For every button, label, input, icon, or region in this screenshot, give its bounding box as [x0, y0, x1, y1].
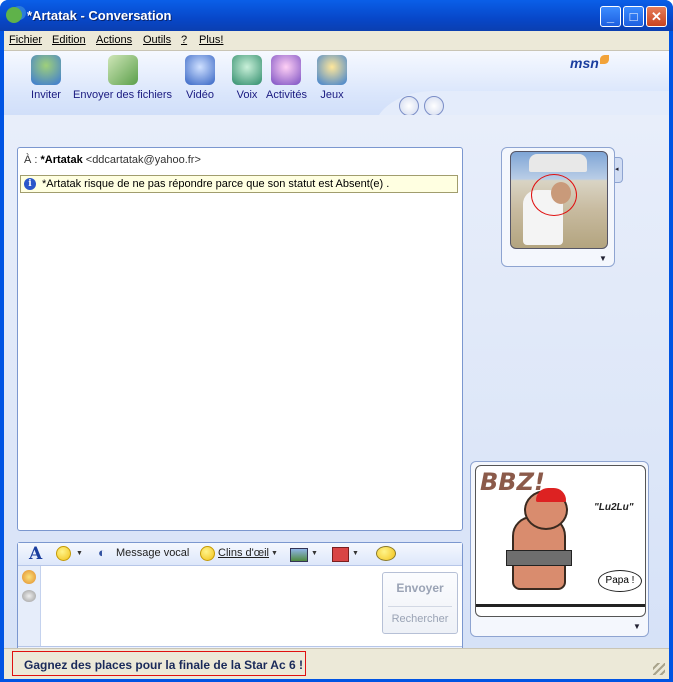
- message-input[interactable]: [41, 566, 378, 646]
- contact-display-picture-frame: ▼: [501, 147, 615, 267]
- title-bar[interactable]: *Artatak - Conversation _ □ ✕: [0, 0, 673, 31]
- close-button[interactable]: ✕: [646, 6, 667, 27]
- activities-label: Activités: [266, 89, 307, 101]
- activities-button[interactable]: Activités: [266, 55, 307, 101]
- info-icon: i: [24, 178, 36, 190]
- menu-actions[interactable]: Actions: [96, 34, 132, 46]
- games-icon: [317, 55, 347, 85]
- menu-edition[interactable]: Edition: [52, 34, 86, 46]
- send-button[interactable]: Envoyer: [383, 581, 457, 595]
- my-display-picture[interactable]: BBZ! "Lu2Lu" Papa !: [475, 465, 646, 617]
- menu-plus[interactable]: Plus!: [199, 34, 223, 46]
- winks-button[interactable]: Clins d'œil: [218, 547, 269, 559]
- chevron-down-icon[interactable]: ▼: [633, 622, 641, 631]
- conversation-window: *Artatak - Conversation _ □ ✕ Fichier Ed…: [0, 0, 673, 682]
- picture-bubble: Papa !: [598, 570, 642, 592]
- maximize-button[interactable]: □: [623, 6, 644, 27]
- menu-help[interactable]: ?: [181, 34, 187, 46]
- chevron-down-icon[interactable]: ▼: [599, 254, 607, 263]
- photo-car: [529, 154, 587, 172]
- status-bar: Gagnez des places pour la finale de la S…: [4, 648, 669, 679]
- background-picture-icon[interactable]: [290, 548, 308, 562]
- compose-side-tools: [18, 566, 41, 646]
- picture-tag: "Lu2Lu": [594, 502, 634, 513]
- chevron-down-icon[interactable]: ▼: [76, 550, 83, 557]
- invite-button[interactable]: Inviter: [31, 55, 61, 101]
- menu-outils[interactable]: Outils: [143, 34, 171, 46]
- my-display-picture-frame: BBZ! "Lu2Lu" Papa ! ▼: [470, 461, 649, 637]
- photo-red-circle: [531, 174, 577, 216]
- contact-name: *Artatak: [40, 154, 83, 166]
- ink-icon[interactable]: [22, 590, 36, 602]
- games-label: Jeux: [320, 89, 344, 101]
- font-icon[interactable]: A: [29, 544, 42, 564]
- block-icon[interactable]: [399, 96, 419, 116]
- invite-label: Inviter: [31, 89, 61, 101]
- cartoon-cap: [536, 488, 566, 502]
- speaker-icon: ◐: [98, 545, 106, 560]
- msn-butterfly-icon: [600, 55, 609, 64]
- contact-display-picture[interactable]: [510, 151, 608, 249]
- wink-icon: [200, 546, 215, 561]
- handwriting-icon[interactable]: [22, 570, 36, 584]
- msn-buddy-icon: [6, 7, 22, 23]
- collapse-tab-icon[interactable]: ◂: [615, 157, 623, 183]
- resize-grip-icon[interactable]: [653, 663, 665, 675]
- send-files-label: Envoyer des fichiers: [73, 89, 173, 101]
- games-button[interactable]: Jeux: [317, 55, 347, 101]
- minimize-button[interactable]: _: [600, 6, 621, 27]
- send-box: Envoyer Rechercher: [382, 572, 458, 634]
- send-divider: [388, 606, 452, 607]
- emoticon-icon[interactable]: [56, 546, 71, 561]
- activities-icon: [271, 55, 302, 85]
- video-label: Vidéo: [186, 89, 214, 101]
- search-button[interactable]: Rechercher: [383, 613, 457, 625]
- chevron-down-icon[interactable]: ▼: [311, 550, 318, 557]
- main-area: À : *Artatak <ddcartatak@yahoo.fr> i *Ar…: [4, 115, 669, 678]
- chevron-down-icon[interactable]: ▼: [271, 550, 278, 557]
- voice-button[interactable]: Voix: [232, 55, 262, 101]
- window-client: Fichier Edition Actions Outils ? Plus! I…: [4, 31, 669, 679]
- to-line: À : *Artatak <ddcartatak@yahoo.fr>: [24, 154, 201, 166]
- voice-icon: [232, 55, 262, 85]
- ad-text[interactable]: Gagnez des places pour la finale de la S…: [24, 658, 303, 672]
- contact-email: <ddcartatak@yahoo.fr>: [85, 154, 201, 166]
- cartoon-keyboard: [506, 550, 572, 566]
- msn-logo: msn: [570, 55, 599, 71]
- gift-icon[interactable]: [332, 547, 349, 562]
- webcam-icon: [185, 55, 215, 85]
- window-title: *Artatak - Conversation: [27, 8, 172, 23]
- ad-banner[interactable]: Gagnez des places pour la finale de la S…: [12, 651, 306, 676]
- video-button[interactable]: Vidéo: [185, 55, 215, 101]
- away-notice: i *Artatak risque de ne pas répondre par…: [20, 175, 458, 193]
- chevron-down-icon[interactable]: ▼: [352, 550, 359, 557]
- background-icon[interactable]: [424, 96, 444, 116]
- voice-label: Voix: [236, 89, 258, 101]
- voice-message-button[interactable]: Message vocal: [116, 547, 189, 559]
- cartoon-ground: [476, 604, 645, 607]
- to-prefix: À :: [24, 154, 38, 166]
- menu-fichier[interactable]: Fichier: [9, 34, 42, 46]
- nudge-icon[interactable]: [376, 546, 396, 561]
- send-files-icon: [107, 55, 138, 85]
- conversation-history[interactable]: À : *Artatak <ddcartatak@yahoo.fr> i *Ar…: [17, 147, 463, 531]
- menu-bar: Fichier Edition Actions Outils ? Plus!: [4, 31, 669, 51]
- send-files-button[interactable]: Envoyer des fichiers: [73, 55, 172, 101]
- invite-icon: [31, 55, 61, 85]
- format-bar: A ▼ ◐ Message vocal Clins d'œil ▼ ▼ ▼: [18, 543, 462, 566]
- away-notice-text: *Artatak risque de ne pas répondre parce…: [42, 178, 390, 190]
